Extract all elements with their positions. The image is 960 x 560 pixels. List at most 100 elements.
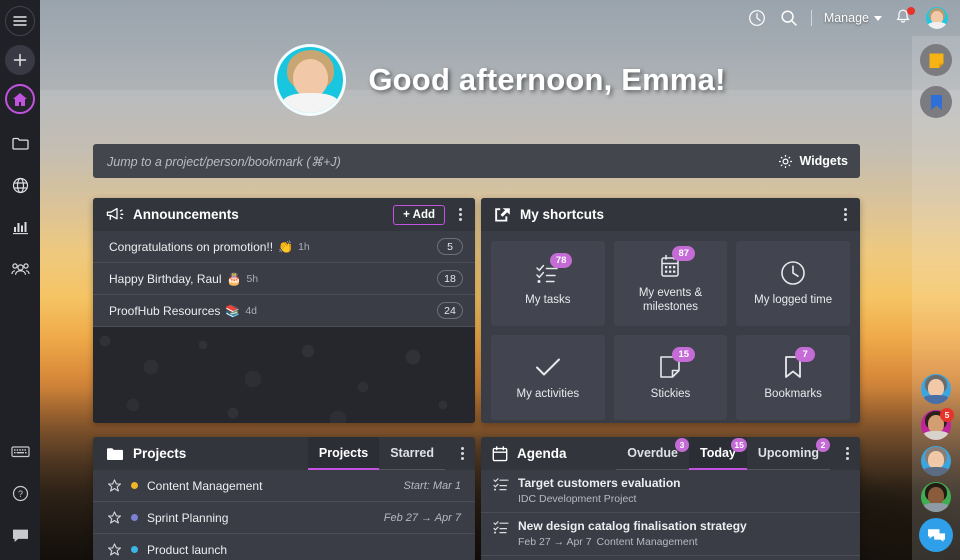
sidebar-item-reports[interactable] bbox=[5, 212, 35, 242]
check-icon bbox=[534, 356, 562, 378]
sidebar-item-home[interactable] bbox=[5, 84, 35, 114]
rail-avatar-contact-4[interactable] bbox=[921, 482, 951, 512]
panel-title: Announcements bbox=[106, 207, 385, 222]
create-new-button[interactable] bbox=[5, 45, 35, 75]
folder-icon bbox=[106, 447, 124, 461]
agenda-title: Agenda bbox=[517, 446, 567, 461]
agenda-tabs: Overdue 3 Today 15 Upcoming 2 bbox=[616, 437, 830, 470]
agenda-item-title: Target customers evaluation bbox=[518, 476, 681, 490]
rail-avatar-contact-1[interactable] bbox=[921, 374, 951, 404]
list-item[interactable]: New design catalog finalisation strategy… bbox=[481, 513, 860, 556]
sidebar-item-people[interactable] bbox=[5, 254, 35, 284]
search-button[interactable] bbox=[779, 8, 799, 28]
shortcut-bookmarks[interactable]: 7 Bookmarks bbox=[736, 335, 850, 420]
rail-stickies-button[interactable] bbox=[920, 44, 952, 76]
shortcut-my-events-milestones[interactable]: 87 My events & milestones bbox=[613, 241, 728, 326]
shortcut-my-logged-time[interactable]: My logged time bbox=[736, 241, 850, 326]
shortcut-icon-wrap bbox=[780, 260, 806, 286]
project-status-dot bbox=[131, 546, 138, 553]
rail-avatar-contact-3[interactable] bbox=[921, 446, 951, 476]
list-item[interactable]: Target customers evaluation IDC Developm… bbox=[481, 470, 860, 513]
tab-starred[interactable]: Starred bbox=[379, 437, 445, 470]
announcement-title: Congratulations on promotion!! bbox=[109, 239, 274, 254]
plus-icon bbox=[13, 53, 27, 67]
shortcut-label: My tasks bbox=[525, 294, 571, 306]
projects-menu-button[interactable] bbox=[455, 444, 469, 463]
rail-avatar-contact-2[interactable]: 5 bbox=[921, 408, 954, 440]
project-name: Sprint Planning bbox=[147, 510, 229, 525]
table-row[interactable]: Product launch bbox=[93, 534, 475, 560]
task-list-icon bbox=[493, 520, 509, 548]
keyboard-icon bbox=[10, 445, 30, 458]
project-status-dot bbox=[131, 514, 138, 521]
sidebar-item-chat[interactable] bbox=[5, 520, 35, 550]
table-row[interactable]: Sprint Planning Feb 27 → Apr 7 bbox=[93, 502, 475, 534]
project-dates: Start: Mar 1 bbox=[403, 479, 461, 492]
tab-label: Starred bbox=[390, 446, 434, 460]
tab-today[interactable]: Today 15 bbox=[689, 437, 747, 470]
shortcut-badge: 7 bbox=[795, 347, 816, 362]
table-row[interactable]: Content Management Start: Mar 1 bbox=[93, 470, 475, 502]
announcement-emoji: 👏 bbox=[278, 239, 294, 254]
hamburger-icon bbox=[13, 15, 27, 27]
tab-label: Upcoming bbox=[757, 446, 819, 460]
agenda-item-project: IDC Development Project bbox=[518, 493, 637, 505]
manage-dropdown[interactable]: Manage bbox=[824, 11, 882, 25]
sidebar-item-global[interactable] bbox=[5, 170, 35, 200]
shortcut-my-tasks[interactable]: 78 My tasks bbox=[491, 241, 605, 326]
list-item[interactable]: Congratulations on promotion!! 👏 1h 5 bbox=[93, 231, 475, 263]
shortcut-stickies[interactable]: 15 Stickies bbox=[613, 335, 728, 420]
announcements-menu-button[interactable] bbox=[453, 205, 467, 224]
clock-icon bbox=[780, 260, 806, 286]
avatar-face bbox=[921, 482, 951, 512]
announcement-title: Happy Birthday, Raul bbox=[109, 271, 222, 286]
shortcut-icon-wrap bbox=[534, 354, 562, 380]
projects-tabs: Projects Starred bbox=[307, 437, 445, 470]
sidebar-item-help[interactable]: ? bbox=[5, 478, 35, 508]
list-item[interactable]: ProofHub Resources 📚 4d 24 bbox=[93, 295, 475, 327]
share-box-icon bbox=[494, 207, 511, 222]
projects-title: Projects bbox=[133, 446, 187, 461]
rail-bookmarks-button[interactable] bbox=[920, 86, 952, 118]
tab-projects[interactable]: Projects bbox=[307, 437, 380, 470]
announcement-emoji: 🎂 bbox=[226, 271, 242, 286]
star-outline-icon[interactable] bbox=[107, 478, 122, 493]
sidebar-item-files[interactable] bbox=[5, 128, 35, 158]
shortcut-label: My events & milestones bbox=[638, 287, 703, 313]
shortcuts-menu-button[interactable] bbox=[838, 205, 852, 224]
notifications-button[interactable] bbox=[894, 7, 915, 28]
widgets-button[interactable]: Widgets bbox=[778, 154, 848, 169]
add-announcement-button[interactable]: + Add bbox=[393, 204, 445, 225]
shortcut-icon-wrap: 87 bbox=[659, 246, 696, 279]
announcements-title: Announcements bbox=[133, 207, 239, 222]
tab-upcoming[interactable]: Upcoming 2 bbox=[746, 437, 830, 470]
announcement-text: ProofHub Resources 📚 4d bbox=[109, 304, 437, 318]
search-icon bbox=[780, 9, 798, 27]
agenda-menu-button[interactable] bbox=[840, 444, 854, 463]
agenda-header: Agenda Overdue 3 Today 15 Upcoming 2 bbox=[481, 437, 860, 470]
shortcut-label: Bookmarks bbox=[764, 388, 822, 400]
agenda-item-dates: Feb 27 → Apr 7 bbox=[518, 536, 592, 548]
agenda-item-meta: IDC Development Project bbox=[518, 493, 848, 505]
project-name: Content Management bbox=[147, 478, 263, 493]
search-input[interactable]: Jump to a project/person/bookmark (⌘+J) bbox=[107, 154, 341, 169]
avatar[interactable] bbox=[274, 44, 347, 116]
shortcuts-title: My shortcuts bbox=[520, 207, 605, 222]
recent-activity-button[interactable] bbox=[747, 8, 767, 28]
agenda-item-project: Content Management bbox=[596, 536, 698, 548]
sidebar-item-keyboard-shortcuts[interactable] bbox=[5, 436, 35, 466]
tab-overdue[interactable]: Overdue 3 bbox=[616, 437, 689, 470]
agenda-item-body: Target customers evaluation IDC Developm… bbox=[518, 476, 848, 505]
menu-toggle-button[interactable] bbox=[5, 6, 35, 36]
shortcut-icon-wrap: 15 bbox=[659, 347, 696, 380]
star-outline-icon[interactable] bbox=[107, 510, 122, 525]
list-item[interactable]: Happy Birthday, Raul 🎂 5h 18 bbox=[93, 263, 475, 295]
shortcut-my-activities[interactable]: My activities bbox=[491, 335, 605, 420]
star-outline-icon[interactable] bbox=[107, 542, 122, 557]
jump-search-bar[interactable]: Jump to a project/person/bookmark (⌘+J) … bbox=[93, 144, 860, 178]
sticky-note-icon bbox=[928, 52, 945, 69]
shortcut-badge: 15 bbox=[672, 347, 696, 362]
open-chat-button[interactable] bbox=[919, 518, 953, 552]
user-avatar[interactable] bbox=[926, 7, 948, 29]
projects-header: Projects Projects Starred bbox=[93, 437, 475, 470]
